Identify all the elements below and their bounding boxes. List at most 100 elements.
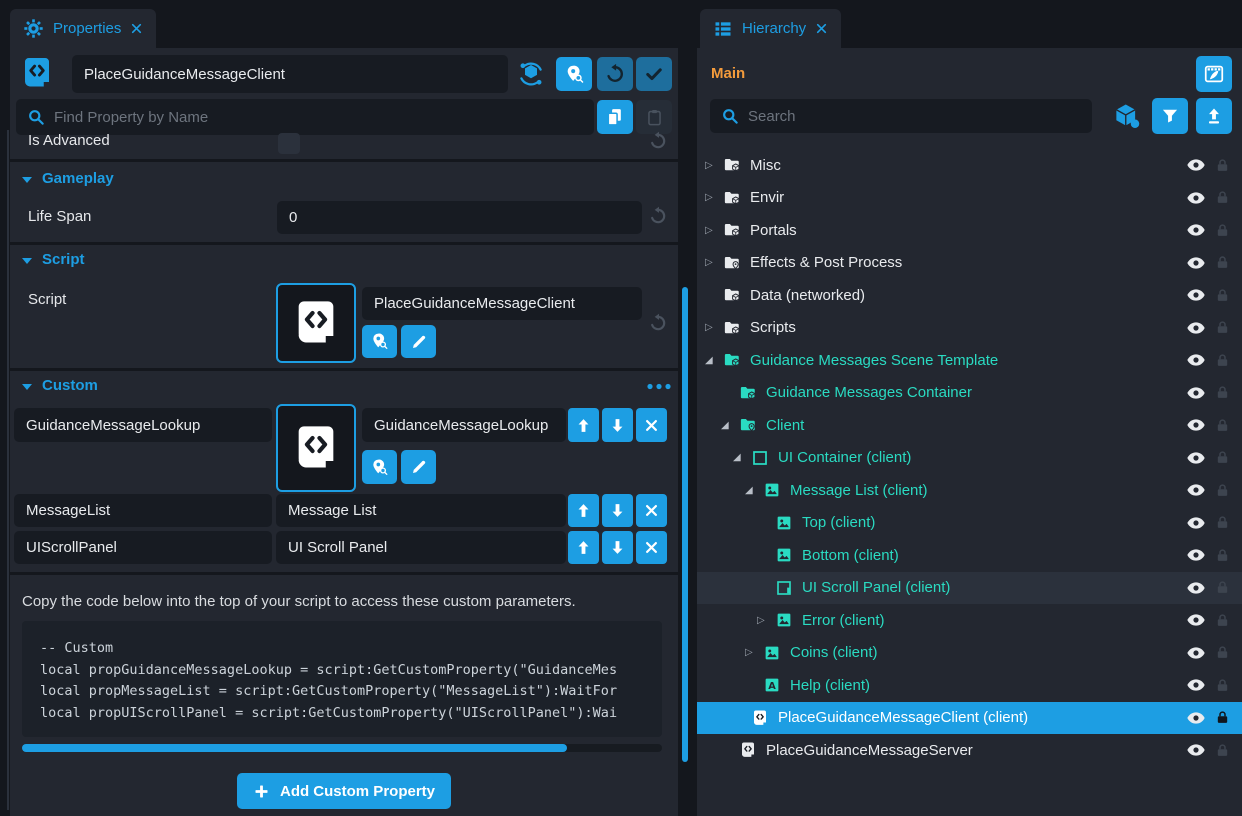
- tree-item-client[interactable]: Client: [697, 409, 1242, 442]
- tree-item-top[interactable]: Top (client): [697, 507, 1242, 540]
- expand-arrow-icon[interactable]: [721, 420, 737, 431]
- custom-asset-slot[interactable]: [276, 404, 356, 492]
- edit-button[interactable]: [401, 450, 436, 484]
- tree-item-help[interactable]: AHelp (client): [697, 669, 1242, 702]
- tree-item-place-guidance-message-client[interactable]: PlaceGuidanceMessageClient (client): [697, 702, 1242, 735]
- hierarchy-search-input[interactable]: [710, 99, 1092, 133]
- visibility-eye-icon[interactable]: [1186, 578, 1206, 598]
- expand-arrow-icon[interactable]: [757, 615, 773, 626]
- visibility-eye-icon[interactable]: [1186, 643, 1206, 663]
- lock-icon[interactable]: [1215, 288, 1230, 303]
- lock-icon[interactable]: [1215, 743, 1230, 758]
- lock-icon[interactable]: [1215, 515, 1230, 530]
- lock-icon[interactable]: [1215, 678, 1230, 693]
- visibility-eye-icon[interactable]: [1186, 480, 1206, 500]
- life-span-input[interactable]: [277, 201, 642, 234]
- lock-icon[interactable]: [1215, 255, 1230, 270]
- custom-prop-value-field[interactable]: [362, 408, 566, 442]
- reset-button[interactable]: [597, 57, 633, 91]
- move-down-button[interactable]: [602, 494, 633, 527]
- lock-icon[interactable]: [1215, 385, 1230, 400]
- expand-arrow-icon[interactable]: [733, 452, 749, 463]
- expand-arrow-icon[interactable]: [745, 485, 761, 496]
- tree-item-place-guidance-message-server[interactable]: PlaceGuidanceMessageServer: [697, 734, 1242, 767]
- section-gameplay[interactable]: Gameplay: [10, 170, 114, 187]
- lock-icon[interactable]: [1215, 418, 1230, 433]
- lock-icon[interactable]: [1215, 613, 1230, 628]
- find-property-input[interactable]: [16, 99, 594, 135]
- visibility-eye-icon[interactable]: [1186, 545, 1206, 565]
- move-up-button[interactable]: [568, 531, 599, 564]
- find-in-scene-button[interactable]: [362, 325, 397, 358]
- tab-properties[interactable]: Properties: [10, 9, 156, 48]
- lock-icon[interactable]: [1215, 190, 1230, 205]
- move-down-button[interactable]: [602, 531, 633, 564]
- tree-item-guidance-messages-scene-template[interactable]: Guidance Messages Scene Template: [697, 344, 1242, 377]
- expand-arrow-icon[interactable]: [705, 355, 721, 366]
- paste-properties-button[interactable]: [636, 100, 672, 134]
- visibility-eye-icon[interactable]: [1186, 155, 1206, 175]
- visibility-eye-icon[interactable]: [1186, 708, 1206, 728]
- lock-icon[interactable]: [1215, 548, 1230, 563]
- visibility-eye-icon[interactable]: [1186, 675, 1206, 695]
- remove-button[interactable]: [636, 531, 667, 564]
- tree-item-bottom[interactable]: Bottom (client): [697, 539, 1242, 572]
- custom-prop-name-input[interactable]: [14, 531, 272, 564]
- horizontal-scrollbar[interactable]: [22, 744, 662, 752]
- remove-button[interactable]: [636, 408, 667, 442]
- lock-icon[interactable]: [1215, 450, 1230, 465]
- tree-item-message-list[interactable]: Message List (client): [697, 474, 1242, 507]
- remove-button[interactable]: [636, 494, 667, 527]
- custom-prop-name-input[interactable]: [14, 408, 272, 442]
- more-options-icon[interactable]: [646, 380, 672, 393]
- visibility-eye-icon[interactable]: [1186, 350, 1206, 370]
- tree-item-envir[interactable]: Envir: [697, 182, 1242, 215]
- lock-icon[interactable]: [1215, 483, 1230, 498]
- tab-hierarchy[interactable]: Hierarchy: [700, 9, 841, 48]
- visibility-eye-icon[interactable]: [1186, 285, 1206, 305]
- tree-item-coins[interactable]: Coins (client): [697, 637, 1242, 670]
- expand-arrow-icon[interactable]: [705, 225, 721, 236]
- custom-prop-name-input[interactable]: [14, 494, 272, 527]
- is-advanced-checkbox[interactable]: [278, 133, 300, 154]
- visibility-eye-icon[interactable]: [1186, 253, 1206, 273]
- tree-item-ui-scroll-panel[interactable]: UI Scroll Panel (client): [697, 572, 1242, 605]
- expand-arrow-icon[interactable]: [705, 192, 721, 203]
- script-asset-slot[interactable]: [276, 283, 356, 363]
- visibility-eye-icon[interactable]: [1186, 220, 1206, 240]
- expand-arrow-icon[interactable]: [705, 160, 721, 171]
- expand-arrow-icon[interactable]: [705, 257, 721, 268]
- vertical-scrollbar-thumb[interactable]: [682, 287, 688, 762]
- lock-icon[interactable]: [1215, 645, 1230, 660]
- visibility-eye-icon[interactable]: [1186, 610, 1206, 630]
- tree-item-data-networked[interactable]: Data (networked): [697, 279, 1242, 312]
- lock-icon[interactable]: [1215, 158, 1230, 173]
- tree-item-scripts[interactable]: Scripts: [697, 312, 1242, 345]
- section-custom[interactable]: Custom: [10, 377, 98, 394]
- tree-item-effects-post-process[interactable]: Effects & Post Process: [697, 247, 1242, 280]
- expand-arrow-icon[interactable]: [745, 647, 761, 658]
- edit-script-button[interactable]: [401, 325, 436, 358]
- visibility-eye-icon[interactable]: [1186, 318, 1206, 338]
- add-custom-property-button[interactable]: Add Custom Property: [237, 773, 451, 809]
- move-down-button[interactable]: [602, 408, 633, 442]
- close-icon[interactable]: [130, 22, 143, 35]
- copy-properties-button[interactable]: [597, 100, 633, 134]
- find-in-scene-button[interactable]: [362, 450, 397, 484]
- custom-prop-value-field[interactable]: [276, 531, 566, 564]
- visibility-eye-icon[interactable]: [1186, 188, 1206, 208]
- lock-icon[interactable]: [1215, 580, 1230, 595]
- visibility-eye-icon[interactable]: [1186, 415, 1206, 435]
- lock-icon[interactable]: [1215, 710, 1230, 725]
- lock-icon[interactable]: [1215, 353, 1230, 368]
- find-in-scene-button[interactable]: [556, 57, 592, 91]
- undo-icon[interactable]: [648, 131, 668, 151]
- visibility-eye-icon[interactable]: [1186, 448, 1206, 468]
- lock-icon[interactable]: [1215, 223, 1230, 238]
- cube-dot-icon[interactable]: [1112, 101, 1142, 131]
- confirm-button[interactable]: [636, 57, 672, 91]
- lock-icon[interactable]: [1215, 320, 1230, 335]
- export-button[interactable]: [1196, 98, 1232, 134]
- section-script[interactable]: Script: [10, 251, 85, 268]
- script-value-field[interactable]: [362, 287, 642, 320]
